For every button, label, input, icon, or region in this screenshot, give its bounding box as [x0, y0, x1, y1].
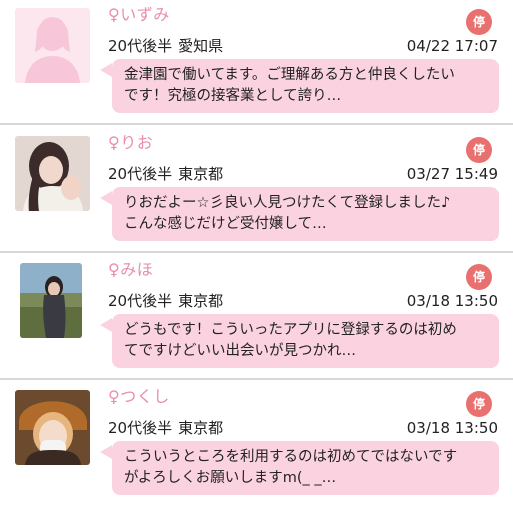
user-age: 20代後半	[108, 419, 173, 437]
user-name[interactable]: ♀りお	[108, 133, 153, 153]
user-meta: 20代後半 愛知県 04/22 17:07	[108, 36, 498, 56]
message-line-1: どうもです！こういったアプリに登録するのは初め	[124, 322, 457, 338]
post-datetime: 03/18 13:50	[406, 419, 498, 437]
suspended-badge: 停	[466, 9, 492, 35]
default-female-silhouette-icon	[15, 8, 90, 83]
post-datetime: 04/22 17:07	[406, 37, 498, 55]
user-area: 東京都	[178, 165, 224, 183]
post-datetime: 03/27 15:49	[406, 165, 498, 183]
user-area: 愛知県	[178, 37, 224, 55]
avatar-photo[interactable]	[20, 263, 82, 338]
avatar-placeholder[interactable]	[15, 8, 90, 83]
user-photo-icon	[20, 263, 82, 338]
user-list-item[interactable]: ♀いずみ 停 20代後半 愛知県 04/22 17:07 金津園で働いてます。ご理…	[0, 0, 513, 124]
user-area: 東京都	[178, 292, 224, 310]
user-age: 20代後半	[108, 37, 173, 55]
message-line-2: です！究極の接客業として誇り…	[124, 88, 342, 104]
user-meta: 20代後半 東京都 03/27 15:49	[108, 164, 498, 184]
suspended-badge: 停	[466, 264, 492, 290]
divider	[0, 378, 513, 380]
bubble-tail	[100, 63, 112, 77]
user-list-item[interactable]: ♀りお 停 20代後半 東京都 03/27 15:49 りおだよー☆彡良い人見つけ…	[0, 128, 513, 252]
message-bubble[interactable]: りおだよー☆彡良い人見つけたくて登録しました♪ こんな感じだけど受付嬢して…	[112, 187, 499, 241]
message-line-2: こんな感じだけど受付嬢して…	[124, 216, 327, 232]
bubble-tail	[100, 445, 112, 459]
bubble-tail	[100, 191, 112, 205]
divider	[0, 251, 513, 253]
message-line-2: てですけどいい出会いが見つかれ…	[124, 343, 356, 359]
user-name[interactable]: ♀みほ	[108, 260, 153, 280]
suspended-badge: 停	[466, 391, 492, 417]
divider	[0, 123, 513, 125]
message-line-1: りおだよー☆彡良い人見つけたくて登録しました♪	[124, 195, 451, 211]
avatar-photo[interactable]	[15, 390, 90, 465]
user-name[interactable]: ♀いずみ	[108, 5, 170, 25]
user-meta: 20代後半 東京都 03/18 13:50	[108, 291, 498, 311]
user-list-item[interactable]: ♀つくし 停 20代後半 東京都 03/18 13:50 こういうところを利用する…	[0, 382, 513, 506]
suspended-badge: 停	[466, 137, 492, 163]
message-bubble[interactable]: こういうところを利用するのは初めてではないです がよろしくお願いしますm(_ _…	[112, 441, 499, 495]
user-area: 東京都	[178, 419, 224, 437]
user-list-item[interactable]: ♀みほ 停 20代後半 東京都 03/18 13:50 どうもです！こういったアプ…	[0, 255, 513, 379]
avatar-photo[interactable]	[15, 136, 90, 211]
user-meta: 20代後半 東京都 03/18 13:50	[108, 418, 498, 438]
message-line-2: がよろしくお願いしますm(_ _…	[124, 470, 337, 486]
message-line-1: 金津園で働いてます。ご理解ある方と仲良くしたい	[124, 67, 455, 83]
user-photo-icon	[15, 136, 90, 211]
user-list: ♀いずみ 停 20代後半 愛知県 04/22 17:07 金津園で働いてます。ご理…	[0, 0, 513, 501]
message-bubble[interactable]: 金津園で働いてます。ご理解ある方と仲良くしたい です！究極の接客業として誇り…	[112, 59, 499, 113]
bubble-tail	[100, 318, 112, 332]
message-bubble[interactable]: どうもです！こういったアプリに登録するのは初め てですけどいい出会いが見つかれ…	[112, 314, 499, 368]
user-photo-icon	[15, 390, 90, 465]
user-age: 20代後半	[108, 292, 173, 310]
user-name[interactable]: ♀つくし	[108, 387, 170, 407]
message-line-1: こういうところを利用するのは初めてではないです	[124, 449, 458, 465]
user-age: 20代後半	[108, 165, 173, 183]
post-datetime: 03/18 13:50	[406, 292, 498, 310]
